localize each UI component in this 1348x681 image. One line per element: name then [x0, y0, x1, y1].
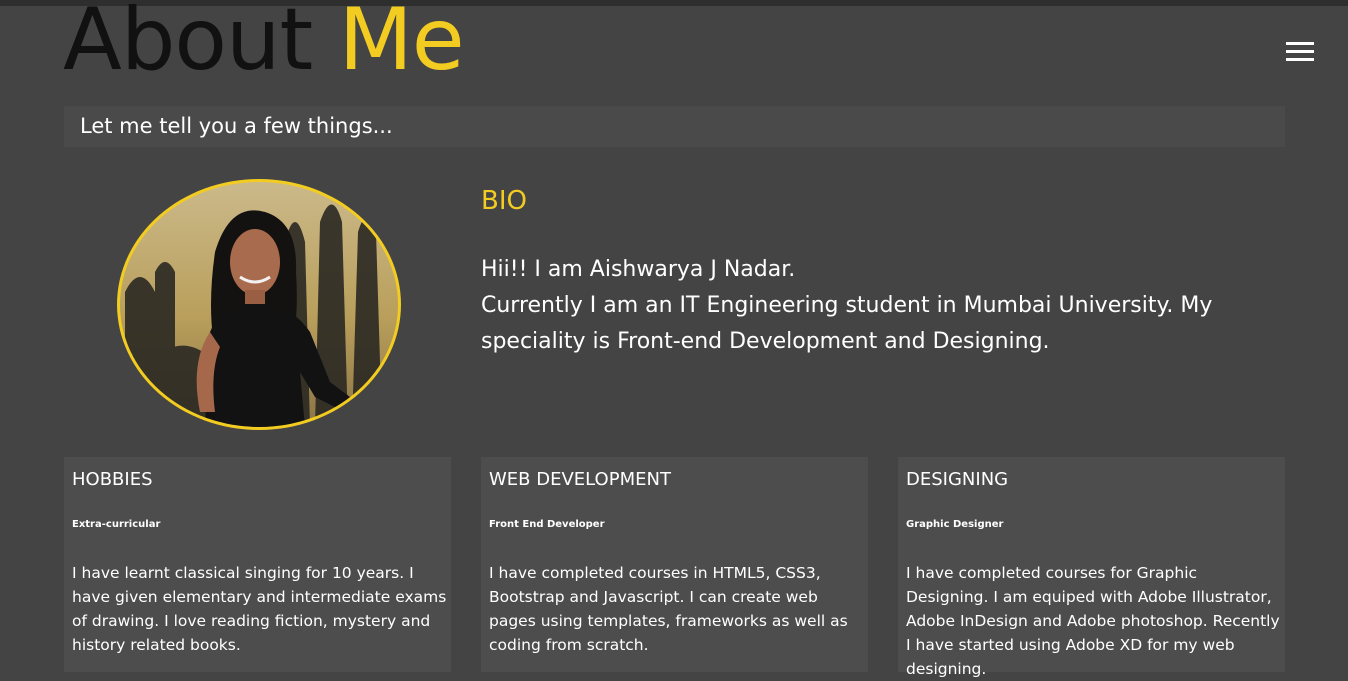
card-subtitle: Front End Developer [489, 519, 605, 530]
bio-details: Currently I am an IT Engineering student… [481, 293, 1213, 354]
card-subtitle: Graphic Designer [906, 519, 1004, 530]
bio-text: Hii!! I am Aishwarya J Nadar. Currently … [481, 252, 1241, 360]
card-body: I have learnt classical singing for 10 y… [72, 564, 447, 654]
menu-line [1286, 50, 1314, 53]
page-title-about: About [63, 0, 313, 90]
card-title: DESIGNING [906, 469, 1009, 490]
card-title: HOBBIES [72, 469, 153, 490]
page-title-me: Me [338, 0, 465, 90]
hamburger-menu-icon[interactable] [1284, 40, 1316, 64]
menu-line [1286, 58, 1314, 61]
subtitle-text: Let me tell you a few things... [80, 114, 393, 138]
profile-photo-illustration [125, 204, 382, 427]
profile-photo [117, 179, 401, 430]
subtitle-bar: Let me tell you a few things... [64, 106, 1285, 147]
card-designing: DESIGNING Graphic Designer I have comple… [898, 457, 1285, 678]
card-body: I have completed courses in HTML5, CSS3,… [489, 564, 848, 654]
card-web-development: WEB DEVELOPMENT Front End Developer I ha… [481, 457, 868, 672]
page-title: About Me [63, 0, 465, 90]
card-title: WEB DEVELOPMENT [489, 469, 671, 490]
menu-line [1286, 42, 1314, 45]
card-subtitle: Extra-curricular [72, 519, 161, 530]
bio-heading: BIO [481, 186, 527, 216]
card-body: I have completed courses for Graphic Des… [906, 564, 1280, 678]
card-hobbies: HOBBIES Extra-curricular I have learnt c… [64, 457, 451, 672]
bio-intro: Hii!! I am Aishwarya J Nadar. [481, 257, 796, 282]
